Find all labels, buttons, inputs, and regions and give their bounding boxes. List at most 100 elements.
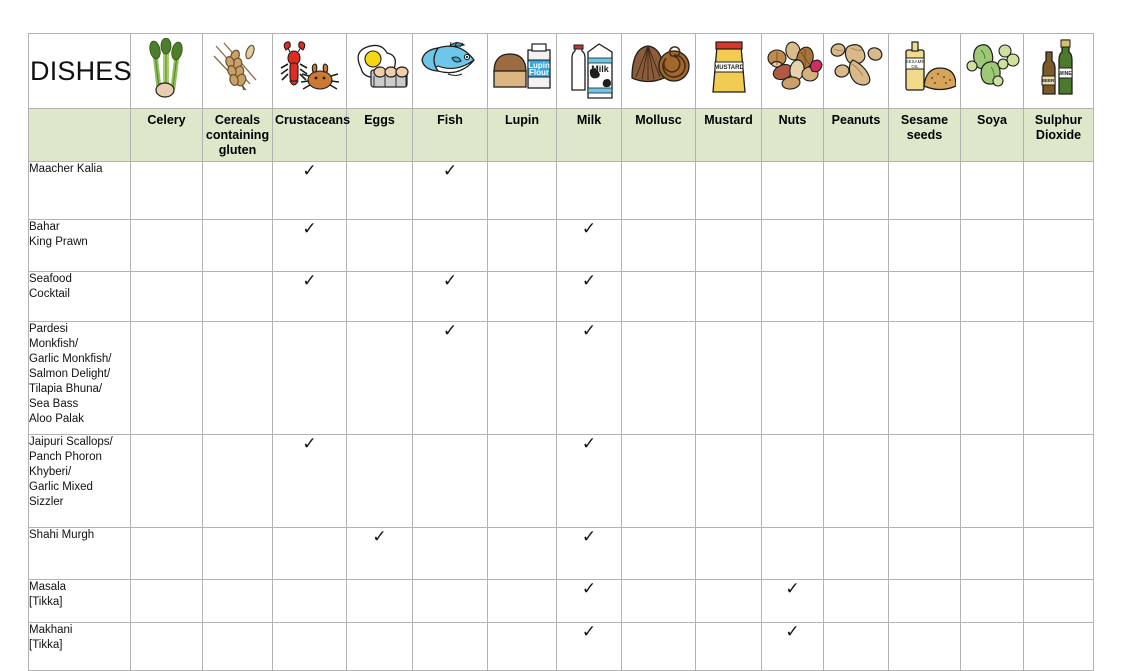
allergen-cell-sulphur-dioxide[interactable]	[1023, 622, 1094, 671]
allergen-cell-mustard[interactable]	[695, 161, 762, 220]
allergen-cell-peanuts[interactable]	[823, 579, 889, 623]
allergen-cell-sulphur-dioxide[interactable]	[1023, 579, 1094, 623]
allergen-cell-eggs[interactable]	[346, 622, 413, 671]
allergen-cell-soya[interactable]	[960, 161, 1024, 220]
allergen-cell-lupin[interactable]	[487, 434, 557, 528]
allergen-cell-sulphur-dioxide[interactable]	[1023, 271, 1094, 322]
allergen-cell-crustaceans[interactable]	[272, 622, 347, 671]
allergen-cell-sesame-seeds[interactable]	[888, 219, 961, 272]
allergen-cell-celery[interactable]	[130, 271, 203, 322]
allergen-cell-milk[interactable]: ✓	[556, 219, 622, 272]
allergen-cell-sesame-seeds[interactable]	[888, 527, 961, 580]
allergen-cell-cereals-containing-gluten[interactable]	[202, 434, 273, 528]
allergen-cell-milk[interactable]: ✓	[556, 434, 622, 528]
allergen-cell-lupin[interactable]	[487, 579, 557, 623]
allergen-cell-fish[interactable]	[412, 579, 488, 623]
allergen-cell-eggs[interactable]	[346, 271, 413, 322]
allergen-cell-fish[interactable]: ✓	[412, 271, 488, 322]
allergen-cell-sulphur-dioxide[interactable]	[1023, 527, 1094, 580]
allergen-cell-milk[interactable]: ✓	[556, 271, 622, 322]
allergen-cell-crustaceans[interactable]: ✓	[272, 271, 347, 322]
allergen-cell-eggs[interactable]	[346, 219, 413, 272]
allergen-cell-soya[interactable]	[960, 219, 1024, 272]
allergen-cell-mollusc[interactable]	[621, 321, 696, 435]
allergen-cell-mollusc[interactable]	[621, 527, 696, 580]
allergen-cell-mustard[interactable]	[695, 527, 762, 580]
allergen-cell-milk[interactable]: ✓	[556, 527, 622, 580]
allergen-cell-sulphur-dioxide[interactable]	[1023, 219, 1094, 272]
allergen-cell-cereals-containing-gluten[interactable]	[202, 527, 273, 580]
allergen-cell-mollusc[interactable]	[621, 161, 696, 220]
allergen-cell-crustaceans[interactable]: ✓	[272, 219, 347, 272]
allergen-cell-sulphur-dioxide[interactable]	[1023, 161, 1094, 220]
allergen-cell-milk[interactable]: ✓	[556, 579, 622, 623]
allergen-cell-celery[interactable]	[130, 579, 203, 623]
allergen-cell-soya[interactable]	[960, 579, 1024, 623]
allergen-cell-milk[interactable]	[556, 161, 622, 220]
allergen-cell-sesame-seeds[interactable]	[888, 271, 961, 322]
allergen-cell-soya[interactable]	[960, 271, 1024, 322]
allergen-cell-lupin[interactable]	[487, 219, 557, 272]
allergen-cell-cereals-containing-gluten[interactable]	[202, 271, 273, 322]
allergen-cell-mollusc[interactable]	[621, 219, 696, 272]
allergen-cell-cereals-containing-gluten[interactable]	[202, 219, 273, 272]
allergen-cell-lupin[interactable]	[487, 161, 557, 220]
allergen-cell-mollusc[interactable]	[621, 622, 696, 671]
allergen-cell-eggs[interactable]	[346, 161, 413, 220]
allergen-cell-fish[interactable]: ✓	[412, 161, 488, 220]
allergen-cell-nuts[interactable]	[761, 161, 824, 220]
allergen-cell-cereals-containing-gluten[interactable]	[202, 622, 273, 671]
allergen-cell-nuts[interactable]	[761, 434, 824, 528]
allergen-cell-fish[interactable]	[412, 527, 488, 580]
allergen-cell-eggs[interactable]	[346, 321, 413, 435]
allergen-cell-cereals-containing-gluten[interactable]	[202, 579, 273, 623]
allergen-cell-celery[interactable]	[130, 434, 203, 528]
allergen-cell-crustaceans[interactable]	[272, 579, 347, 623]
allergen-cell-crustaceans[interactable]	[272, 321, 347, 435]
allergen-cell-crustaceans[interactable]: ✓	[272, 434, 347, 528]
allergen-cell-sulphur-dioxide[interactable]	[1023, 321, 1094, 435]
allergen-cell-fish[interactable]	[412, 219, 488, 272]
allergen-cell-fish[interactable]	[412, 622, 488, 671]
allergen-cell-mustard[interactable]	[695, 321, 762, 435]
allergen-cell-eggs[interactable]	[346, 579, 413, 623]
allergen-cell-peanuts[interactable]	[823, 271, 889, 322]
allergen-cell-mollusc[interactable]	[621, 579, 696, 623]
allergen-cell-peanuts[interactable]	[823, 161, 889, 220]
allergen-cell-mollusc[interactable]	[621, 434, 696, 528]
allergen-cell-lupin[interactable]	[487, 622, 557, 671]
allergen-cell-peanuts[interactable]	[823, 527, 889, 580]
allergen-cell-mollusc[interactable]	[621, 271, 696, 322]
allergen-cell-cereals-containing-gluten[interactable]	[202, 161, 273, 220]
allergen-cell-fish[interactable]: ✓	[412, 321, 488, 435]
allergen-cell-lupin[interactable]	[487, 527, 557, 580]
allergen-cell-mustard[interactable]	[695, 219, 762, 272]
allergen-cell-celery[interactable]	[130, 527, 203, 580]
allergen-cell-sesame-seeds[interactable]	[888, 321, 961, 435]
allergen-cell-soya[interactable]	[960, 321, 1024, 435]
allergen-cell-peanuts[interactable]	[823, 321, 889, 435]
allergen-cell-mustard[interactable]	[695, 434, 762, 528]
allergen-cell-celery[interactable]	[130, 219, 203, 272]
allergen-cell-peanuts[interactable]	[823, 434, 889, 528]
allergen-cell-crustaceans[interactable]: ✓	[272, 161, 347, 220]
allergen-cell-nuts[interactable]	[761, 321, 824, 435]
allergen-cell-celery[interactable]	[130, 161, 203, 220]
allergen-cell-sesame-seeds[interactable]	[888, 161, 961, 220]
allergen-cell-cereals-containing-gluten[interactable]	[202, 321, 273, 435]
allergen-cell-eggs[interactable]	[346, 434, 413, 528]
allergen-cell-fish[interactable]	[412, 434, 488, 528]
allergen-cell-crustaceans[interactable]	[272, 527, 347, 580]
allergen-cell-mustard[interactable]	[695, 271, 762, 322]
allergen-cell-lupin[interactable]	[487, 271, 557, 322]
allergen-cell-nuts[interactable]: ✓	[761, 579, 824, 623]
allergen-cell-mustard[interactable]	[695, 622, 762, 671]
allergen-cell-mustard[interactable]	[695, 579, 762, 623]
allergen-cell-milk[interactable]: ✓	[556, 321, 622, 435]
allergen-cell-milk[interactable]: ✓	[556, 622, 622, 671]
allergen-cell-eggs[interactable]: ✓	[346, 527, 413, 580]
allergen-cell-peanuts[interactable]	[823, 219, 889, 272]
allergen-cell-nuts[interactable]	[761, 219, 824, 272]
allergen-cell-nuts[interactable]	[761, 271, 824, 322]
allergen-cell-celery[interactable]	[130, 622, 203, 671]
